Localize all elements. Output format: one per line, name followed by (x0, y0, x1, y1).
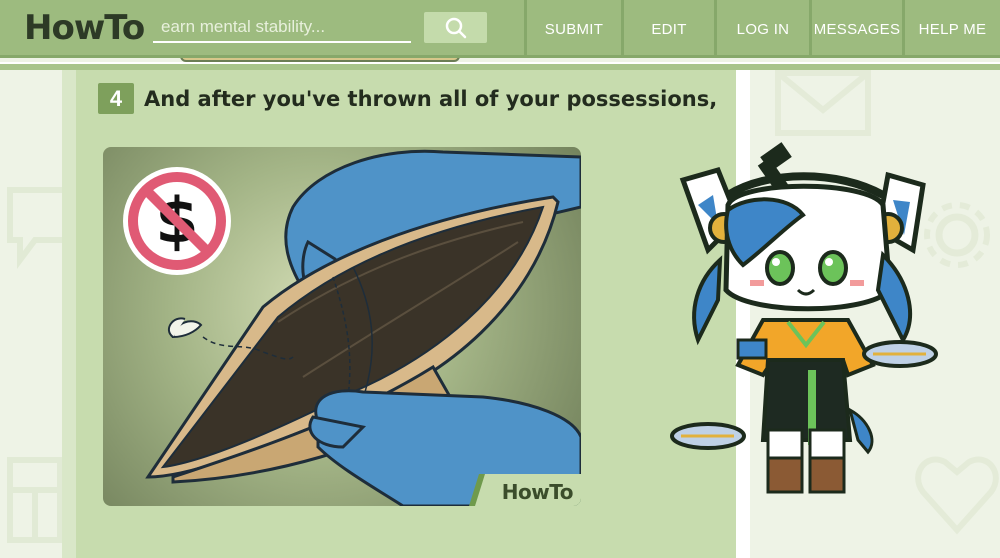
nav-edit-label: EDIT (651, 20, 687, 38)
nav-messages[interactable]: MESSAGES (809, 0, 902, 58)
logo-how: How (24, 8, 105, 48)
grid-icon (7, 457, 63, 543)
mascot-character (670, 142, 938, 494)
nav-help-me-label: HELP ME (918, 20, 987, 38)
nav-messages-label: MESSAGES (813, 20, 901, 38)
howto-watermark: HowTo (461, 474, 581, 506)
step-text: And after you've thrown all of your poss… (144, 87, 718, 111)
header-underline (0, 62, 1000, 70)
nav-log-in[interactable]: LOG IN (714, 0, 809, 58)
search-icon (445, 17, 466, 38)
search-button[interactable] (424, 12, 487, 43)
header-bar: HowTo SUBMIT EDIT LOG IN MESSAGES HELP M… (0, 0, 1000, 58)
nav-help-me[interactable]: HELP ME (902, 0, 1000, 58)
nav-edit[interactable]: EDIT (621, 0, 714, 58)
logo-to: To (104, 8, 145, 48)
column-border-left (62, 70, 76, 558)
step-image: $ HowTo (103, 147, 581, 506)
nav-submit[interactable]: SUBMIT (524, 0, 621, 58)
envelope-icon (775, 70, 871, 136)
no-money-icon: $ (123, 167, 231, 275)
step-number-badge: 4 (98, 83, 134, 114)
watermark-to: To (549, 480, 573, 504)
nav-submit-label: SUBMIT (544, 20, 604, 38)
watermark-text: HowTo (501, 480, 574, 504)
search-input[interactable] (153, 13, 411, 43)
nav-log-in-label: LOG IN (736, 20, 790, 38)
watermark-how: How (501, 480, 550, 504)
site-logo[interactable]: HowTo (24, 8, 145, 48)
